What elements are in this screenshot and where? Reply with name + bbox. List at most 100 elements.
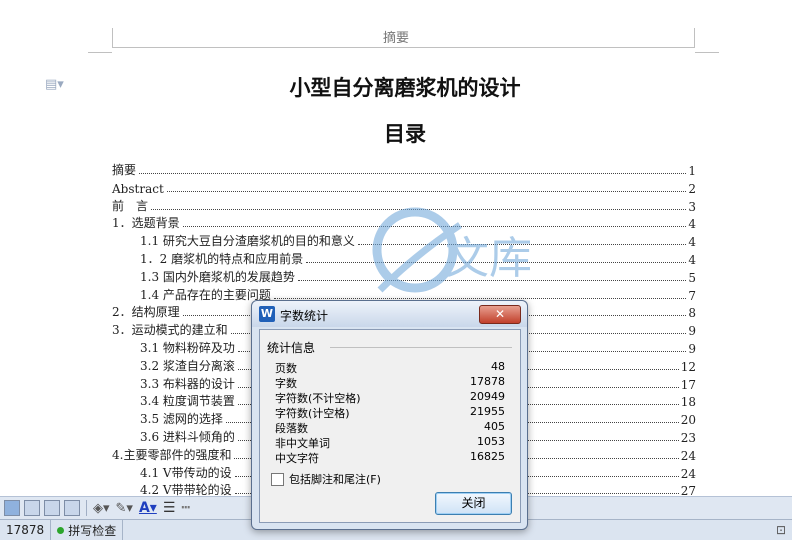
toc-entry-title: 4.1 V带传动的设 — [140, 463, 233, 481]
stat-row: 段落数 405 — [275, 420, 505, 435]
toc-leader-dots — [273, 297, 687, 299]
spell-check-icon — [57, 526, 65, 534]
stat-value: 20949 — [470, 390, 505, 403]
toc-entry-title: 3.5 滤网的选择 — [140, 410, 224, 428]
stat-row: 字符数(不计空格) 20949 — [275, 390, 505, 405]
stat-row: 字数 17878 — [275, 375, 505, 390]
stat-value: 48 — [491, 360, 505, 373]
toc-entry-page: 4 — [688, 253, 696, 267]
page-header-text[interactable]: 摘要 — [0, 27, 792, 46]
dialog-title: 字数统计 — [280, 309, 329, 323]
toc-entry-title: 4.主要零部件的强度和 — [112, 445, 233, 463]
toc-entry[interactable]: 摘要 1 — [112, 161, 696, 178]
group-separator — [330, 347, 512, 348]
toolbar-separator — [86, 500, 87, 516]
toc-entry-page: 5 — [688, 270, 696, 285]
line-color-icon[interactable]: ✎▾ — [116, 501, 133, 516]
view-mode-icon[interactable]: ⊡ — [776, 523, 792, 537]
font-color-icon[interactable]: A▾ — [139, 500, 157, 516]
spell-check-label: 拼写检查 — [68, 523, 117, 538]
toc-entry-title: 1．2 磨浆机的特点和应用前景 — [140, 250, 305, 267]
stat-label: 字数 — [275, 377, 297, 390]
stats-group-label: 统计信息 — [267, 339, 319, 356]
stat-row: 非中文单词 1053 — [275, 435, 505, 450]
toc-entry-page: 1 — [688, 164, 696, 178]
dialog-body: 统计信息 页数 48 字数 17878 字符数(不计空格) 20949 字符数(计空格) 21… — [259, 329, 521, 523]
image-insert-icon[interactable] — [64, 500, 80, 516]
stat-row: 页数 48 — [275, 360, 505, 375]
stat-row: 中文字符 16825 — [275, 450, 505, 465]
word-count-dialog: W 字数统计 ✕ 统计信息 页数 48 字数 17878 字符数(不计空格) 20949 字… — [251, 300, 528, 530]
toc-entry-page: 9 — [688, 342, 696, 356]
toc-entry-title: 3.4 粒度调节装置 — [140, 392, 236, 410]
stat-label: 字符数(不计空格) — [275, 392, 361, 405]
wps-writer-icon: W — [259, 306, 275, 322]
toc-leader-dots — [306, 261, 687, 263]
line-style-icon[interactable]: ☰ — [163, 500, 176, 516]
toc-entry-title: Abstract — [112, 181, 165, 196]
toc-entry-page: 2 — [688, 181, 696, 196]
toc-leader-dots — [166, 190, 687, 192]
spell-check-status[interactable]: 拼写检查 — [51, 520, 124, 540]
chart-icon[interactable] — [44, 500, 60, 516]
toc-entry-page: 4 — [688, 217, 696, 232]
stat-label: 中文字符 — [275, 452, 319, 465]
toc-entry[interactable]: 1．2 磨浆机的特点和应用前景 4 — [140, 250, 696, 267]
include-footnotes-label: 包括脚注和尾注(F) — [289, 473, 381, 486]
toc-entry-title: 1.1 研究大豆自分渣磨浆机的目的和意义 — [140, 232, 356, 250]
text-box-icon[interactable] — [4, 500, 20, 516]
header-corner-left — [88, 52, 112, 53]
fill-color-icon[interactable]: ◈▾ — [93, 501, 110, 516]
header-rule — [112, 47, 694, 48]
header-corner-right — [695, 52, 719, 53]
toc-entry-page: 24 — [680, 466, 696, 481]
toc-entry[interactable]: 前 言 3 — [112, 196, 696, 214]
toc-entry-title: 3.2 浆渣自分离滚 — [140, 356, 236, 374]
toc-leader-dots — [357, 243, 687, 246]
stat-label: 字符数(计空格) — [275, 407, 350, 420]
toc-entry-page: 3 — [688, 199, 696, 214]
toc-entry-title: 3.6 进料斗倾角的 — [140, 428, 236, 445]
toc-entry-page: 4 — [688, 235, 696, 250]
toc-leader-dots — [151, 208, 687, 210]
stat-label: 段落数 — [275, 422, 308, 435]
toc-entry-title: 3．运动模式的建立和 — [112, 321, 229, 339]
toc-entry-page: 9 — [688, 324, 696, 339]
dialog-close-button[interactable]: ✕ — [479, 305, 521, 324]
toc-entry-title: 2．结构原理 — [112, 303, 181, 321]
stat-value: 405 — [484, 420, 505, 433]
word-count-status[interactable]: 17878 — [0, 520, 52, 540]
stat-value: 1053 — [477, 435, 505, 448]
toc-entry-title: 摘要 — [112, 161, 138, 178]
toc-entry[interactable]: Abstract 2 — [112, 179, 696, 196]
document-title[interactable]: 小型自分离磨浆机的设计 — [0, 72, 792, 102]
toc-heading[interactable]: 目录 — [0, 118, 792, 148]
stat-value: 21955 — [470, 405, 505, 418]
toc-entry[interactable]: 1．选题背景 4 — [112, 214, 696, 232]
stat-value: 17878 — [470, 375, 505, 388]
picture-icon[interactable] — [24, 500, 40, 516]
toc-entry[interactable]: 1.1 研究大豆自分渣磨浆机的目的和意义 4 — [140, 232, 696, 250]
toc-leader-dots — [297, 279, 687, 281]
close-button[interactable]: 关闭 — [435, 492, 512, 515]
toc-entry-title: 1.3 国内外磨浆机的发展趋势 — [140, 267, 296, 285]
toc-entry-title: 前 言 — [112, 196, 150, 214]
include-footnotes-checkbox[interactable] — [271, 472, 284, 486]
stat-label: 页数 — [275, 362, 297, 375]
include-footnotes-option[interactable]: 包括脚注和尾注(F) — [271, 471, 381, 487]
dialog-titlebar[interactable]: W 字数统计 ✕ — [252, 301, 527, 327]
toc-leader-dots — [182, 225, 687, 228]
toc-entry-page: 18 — [680, 395, 696, 410]
toc-entry-title: 3.3 布料器的设计 — [140, 374, 236, 392]
toc-entry-page: 8 — [688, 306, 696, 321]
stat-row: 字符数(计空格) 21955 — [275, 405, 505, 420]
toc-entry-title: 1.4 产品存在的主要问题 — [140, 285, 272, 303]
toc-entry-page: 24 — [680, 448, 696, 463]
stat-label: 非中文单词 — [275, 437, 330, 450]
toc-entry-page: 12 — [680, 359, 696, 374]
toc-entry[interactable]: 1.3 国内外磨浆机的发展趋势 5 — [140, 267, 696, 285]
toc-entry-page: 17 — [680, 377, 696, 392]
toc-leader-dots — [139, 172, 687, 174]
dash-style-icon[interactable]: ┅ — [181, 500, 189, 516]
toc-entry-title: 3.1 物料粉碎及功 — [140, 339, 236, 356]
